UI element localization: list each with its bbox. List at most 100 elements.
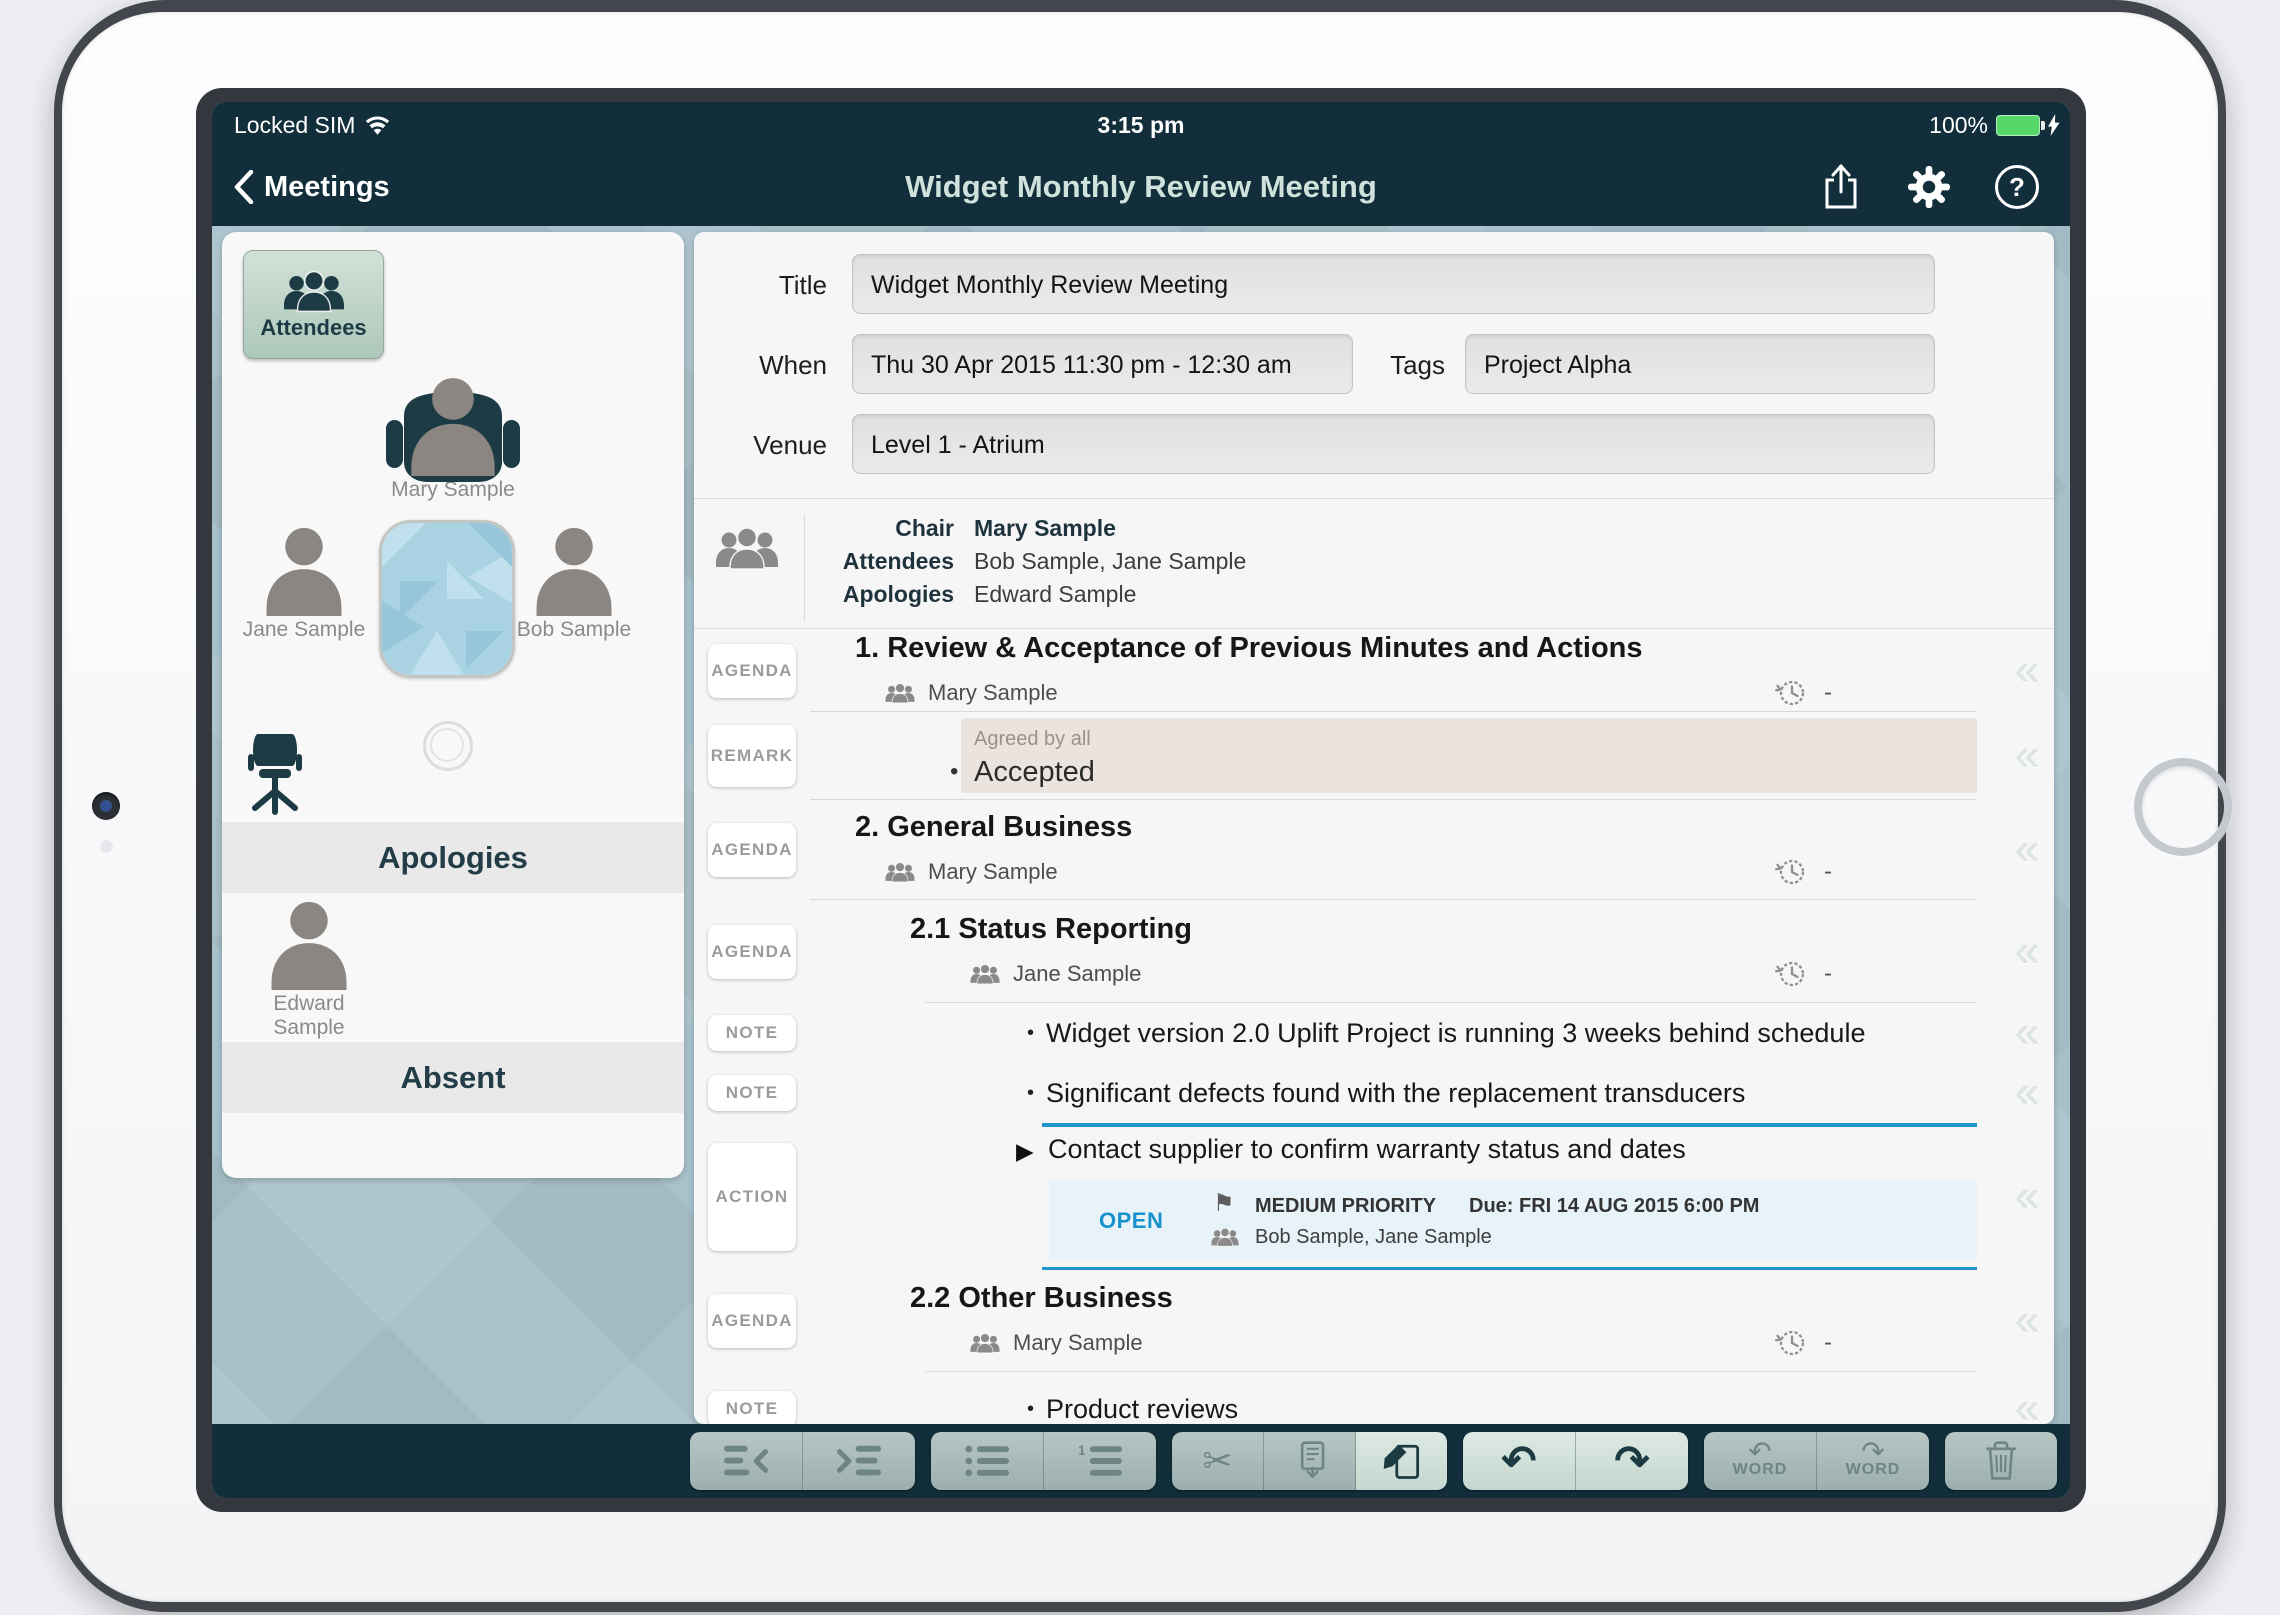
delete-button[interactable] xyxy=(1945,1432,2057,1490)
seat-right-person[interactable]: Bob Sample xyxy=(494,526,654,642)
indent-button[interactable] xyxy=(803,1432,915,1490)
tags-field[interactable]: Project Alpha xyxy=(1465,334,1935,394)
assignee-people-icon xyxy=(1211,1227,1239,1247)
person-icon xyxy=(267,900,351,990)
bullet-icon: • xyxy=(1027,1398,1034,1421)
home-button[interactable] xyxy=(2134,758,2232,856)
duration-clock-icon xyxy=(1774,1326,1808,1360)
row-type-badge: NOTE xyxy=(708,1075,796,1111)
action-detail-box[interactable]: OPEN⚑MEDIUM PRIORITYDue: FRI 14 AUG 2015… xyxy=(1049,1181,1977,1261)
row-type-badge: AGENDA xyxy=(708,1294,796,1348)
status-bar: Locked SIM 3:15 pm 100% xyxy=(212,102,2070,148)
note-row[interactable]: NOTE • Widget version 2.0 Uplift Project i… xyxy=(694,1003,2054,1063)
venue-field[interactable]: Level 1 - Atrium xyxy=(852,414,1935,474)
collapse-chevron-icon[interactable]: « xyxy=(2015,1299,2039,1343)
row-type-badge: ACTION xyxy=(708,1143,796,1251)
share-icon[interactable] xyxy=(1818,163,1864,211)
bullet-icon: • xyxy=(950,758,958,786)
note-row[interactable]: NOTE•Significant defects found with the … xyxy=(694,1063,2054,1123)
agenda-row[interactable]: AGENDA 1. Review & Acceptance of Previous… xyxy=(694,630,2054,712)
apologies-value: Edward Sample xyxy=(974,578,1136,611)
collapse-chevron-icon[interactable]: « xyxy=(2015,1387,2039,1424)
remark-box[interactable]: Agreed by all•Accepted xyxy=(961,718,1977,793)
word-undo-button[interactable]: ↶WORD xyxy=(1704,1432,1817,1490)
seat-left-person[interactable]: Jane Sample xyxy=(224,526,384,642)
note-text: Product reviews xyxy=(1046,1394,1238,1425)
duration-clock-icon xyxy=(1774,957,1808,991)
row-type-badge: NOTE xyxy=(708,1015,796,1051)
chair-value: Mary Sample xyxy=(974,512,1116,545)
agenda-title: 1. Review & Acceptance of Previous Minut… xyxy=(855,632,2000,665)
collapse-chevron-icon[interactable]: « xyxy=(2015,930,2039,974)
cut-button[interactable]: ✂ xyxy=(1172,1432,1264,1490)
outdent-button[interactable] xyxy=(690,1432,803,1490)
app-header: Locked SIM 3:15 pm 100% Meetings Widget … xyxy=(212,102,2070,226)
agenda-title: 2.2 Other Business xyxy=(910,1282,2000,1315)
note-text: Widget version 2.0 Uplift Project is run… xyxy=(1046,1018,1865,1049)
when-label: When xyxy=(694,334,827,396)
row-type-badge: REMARK xyxy=(708,725,796,787)
agenda-owner: Mary Sample xyxy=(928,680,1058,706)
row-type-badge: AGENDA xyxy=(708,823,796,877)
action-priority: MEDIUM PRIORITY xyxy=(1255,1195,1436,1218)
agenda-duration: - xyxy=(1824,679,1832,707)
apologies-header: Apologies xyxy=(222,822,684,893)
action-arrow-icon: ▶ xyxy=(1016,1138,1034,1165)
bullet-icon: • xyxy=(1027,1022,1034,1045)
agenda-row[interactable]: AGENDA2.2 Other BusinessMary Sample-« xyxy=(694,1270,2054,1372)
seat-chair-person[interactable]: Mary Sample xyxy=(373,376,533,502)
agenda-row[interactable]: AGENDA2.1 Status ReportingJane Sample-« xyxy=(694,900,2054,1003)
owner-people-icon xyxy=(885,861,915,883)
attendees-button-label: Attendees xyxy=(260,315,366,341)
title-label: Title xyxy=(694,254,827,316)
front-camera xyxy=(92,792,120,820)
gear-icon[interactable] xyxy=(1906,163,1952,211)
row-type-badge: AGENDA xyxy=(708,925,796,979)
seat-name: Bob Sample xyxy=(517,618,631,642)
attendees-button[interactable]: Attendees xyxy=(243,250,384,359)
paste-button[interactable] xyxy=(1356,1432,1447,1490)
person-icon xyxy=(405,376,501,476)
chair-label: Chair xyxy=(814,512,954,545)
venue-label: Venue xyxy=(694,414,827,476)
title-field[interactable]: Widget Monthly Review Meeting xyxy=(852,254,1935,314)
collapse-chevron-icon[interactable]: « xyxy=(2015,1175,2039,1219)
empty-chair-icon[interactable] xyxy=(248,732,302,818)
collapse-chevron-icon[interactable]: « xyxy=(2015,828,2039,872)
duration-clock-icon xyxy=(1774,855,1808,889)
svg-text:1: 1 xyxy=(1078,1443,1086,1458)
agenda-owner: Mary Sample xyxy=(928,859,1058,885)
collapse-chevron-icon[interactable]: « xyxy=(2015,734,2039,778)
help-icon[interactable]: ? xyxy=(1994,163,2040,211)
collapse-chevron-icon[interactable]: « xyxy=(2015,1011,2039,1055)
action-row[interactable]: ACTION▶Contact supplier to confirm warra… xyxy=(694,1123,2054,1270)
remark-row[interactable]: REMARK Agreed by all•Accepted « xyxy=(694,712,2054,800)
agenda-owner: Jane Sample xyxy=(1013,961,1141,987)
owner-people-icon xyxy=(970,1332,1000,1354)
copy-button[interactable] xyxy=(1264,1432,1356,1490)
agenda-duration: - xyxy=(1824,858,1832,886)
redo-button[interactable]: ↷ xyxy=(1576,1432,1688,1490)
action-due-date: Due: FRI 14 AUG 2015 6:00 PM xyxy=(1469,1195,1759,1218)
row-type-badge: AGENDA xyxy=(708,644,796,698)
collapse-chevron-icon[interactable]: « xyxy=(2015,1071,2039,1115)
when-field[interactable]: Thu 30 Apr 2015 11:30 pm - 12:30 am xyxy=(852,334,1353,394)
duration-clock-icon xyxy=(1774,676,1808,710)
clock-time: 3:15 pm xyxy=(212,112,2070,139)
bullet-list-button[interactable] xyxy=(931,1432,1044,1490)
note-row[interactable]: NOTE•Product reviews« xyxy=(694,1372,2054,1424)
action-assignees: Bob Sample, Jane Sample xyxy=(1255,1226,1492,1249)
page-title: Widget Monthly Review Meeting xyxy=(212,148,2070,226)
agenda-duration: - xyxy=(1824,1329,1832,1357)
apology-person[interactable]: Edward Sample xyxy=(234,900,384,1040)
owner-people-icon xyxy=(885,682,915,704)
numbered-list-button[interactable]: 1 xyxy=(1044,1432,1156,1490)
nav-bar: Meetings Widget Monthly Review Meeting ? xyxy=(212,148,2070,226)
undo-button[interactable]: ↶ xyxy=(1463,1432,1576,1490)
seating-sidebar: Attendees Mary Sample Jane Sample Bob Sa… xyxy=(222,232,684,1178)
word-redo-button[interactable]: ↷WORD xyxy=(1817,1432,1929,1490)
collapse-chevron-icon[interactable]: « xyxy=(2015,649,2039,693)
attendees-label: Attendees xyxy=(814,545,954,578)
agenda-title: 2.1 Status Reporting xyxy=(910,913,2000,946)
agenda-row[interactable]: AGENDA2. General BusinessMary Sample-« xyxy=(694,800,2054,900)
